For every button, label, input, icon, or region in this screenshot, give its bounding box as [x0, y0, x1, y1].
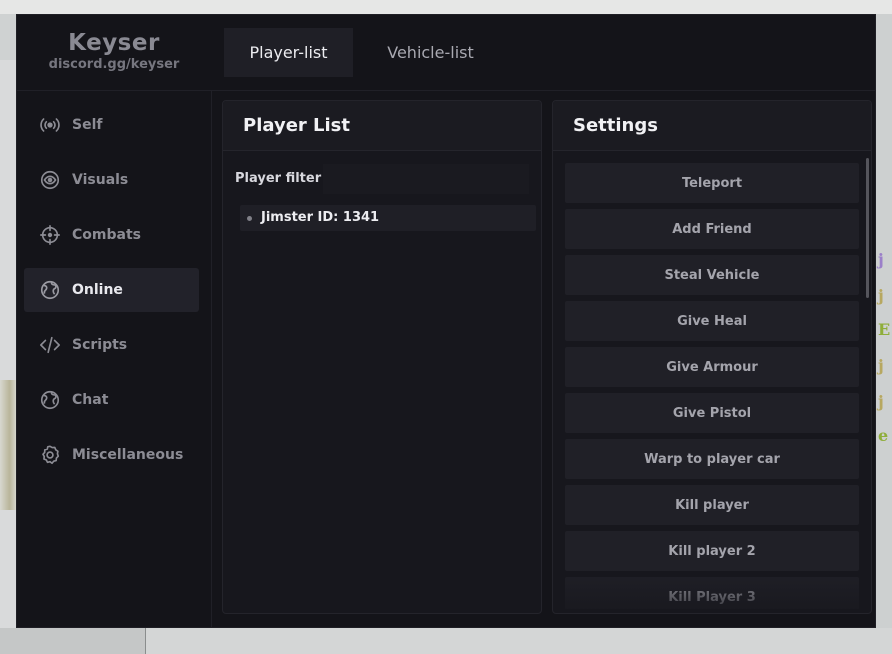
player-name: Jimster ID: 1341: [261, 210, 380, 225]
player-filter-label: Player filter: [235, 171, 322, 186]
kill-player-3-button[interactable]: Kill Player 3: [565, 577, 859, 609]
tab-vehicle-list[interactable]: Vehicle-list: [363, 28, 498, 77]
background-scene-left: [0, 60, 16, 654]
settings-scrollbar[interactable]: [866, 158, 869, 298]
sidebar-item-label: Online: [72, 282, 123, 298]
sidebar-item-label: Scripts: [72, 337, 128, 353]
background-building: [0, 628, 146, 654]
broadcast-icon: [40, 118, 60, 132]
give-armour-button[interactable]: Give Armour: [565, 347, 859, 387]
tab-player-list[interactable]: Player-list: [224, 28, 353, 77]
header: Keyser discord.gg/keyser Player-list Veh…: [17, 15, 875, 91]
background-vehicle: [0, 380, 16, 510]
menu-window: Keyser discord.gg/keyser Player-list Veh…: [16, 14, 876, 628]
globe-icon: [40, 390, 60, 410]
globe-icon: [40, 280, 60, 300]
sidebar-item-label: Self: [72, 117, 103, 133]
eye-icon: [40, 170, 60, 190]
code-icon: [40, 336, 60, 354]
sidebar-item-chat[interactable]: Chat: [24, 378, 199, 422]
sidebar-item-scripts[interactable]: Scripts: [24, 323, 199, 367]
brand-title: Keyser: [68, 30, 160, 56]
settings-title: Settings: [553, 101, 871, 151]
player-list-panel: Player List Player filter Jimster ID: 13…: [222, 100, 542, 614]
sidebar-item-label: Visuals: [72, 172, 129, 188]
sidebar-item-label: Combats: [72, 227, 141, 243]
sidebar-item-combats[interactable]: Combats: [24, 213, 199, 257]
sidebar-item-label: Miscellaneous: [72, 447, 184, 463]
give-heal-button[interactable]: Give Heal: [565, 301, 859, 341]
list-item[interactable]: Jimster ID: 1341: [240, 205, 536, 231]
sidebar: Self Visuals Combats Online Scripts Chat…: [17, 91, 212, 627]
player-list-title: Player List: [223, 101, 541, 151]
sidebar-item-miscellaneous[interactable]: Miscellaneous: [24, 433, 199, 477]
sidebar-item-label: Chat: [72, 392, 109, 408]
bullet-icon: [247, 216, 252, 221]
brand: Keyser discord.gg/keyser: [17, 29, 211, 72]
background-chat-feed: j j E j j e: [876, 14, 892, 628]
sidebar-item-visuals[interactable]: Visuals: [24, 158, 199, 202]
add-friend-button[interactable]: Add Friend: [565, 209, 859, 249]
brand-subtitle: discord.gg/keyser: [48, 57, 180, 72]
player-filter-input[interactable]: [323, 164, 529, 194]
sidebar-item-online[interactable]: Online: [24, 268, 199, 312]
sidebar-item-self[interactable]: Self: [24, 103, 199, 147]
kill-player-button[interactable]: Kill player: [565, 485, 859, 525]
teleport-button[interactable]: Teleport: [565, 163, 859, 203]
gear-icon: [42, 445, 60, 465]
kill-player-2-button[interactable]: Kill player 2: [565, 531, 859, 571]
crosshair-icon: [40, 225, 60, 245]
settings-action-list: Teleport Add Friend Steal Vehicle Give H…: [565, 163, 859, 609]
warp-to-player-car-button[interactable]: Warp to player car: [565, 439, 859, 479]
give-pistol-button[interactable]: Give Pistol: [565, 393, 859, 433]
steal-vehicle-button[interactable]: Steal Vehicle: [565, 255, 859, 295]
settings-panel: Settings Teleport Add Friend Steal Vehic…: [552, 100, 872, 614]
background-scene-top: [0, 0, 892, 14]
